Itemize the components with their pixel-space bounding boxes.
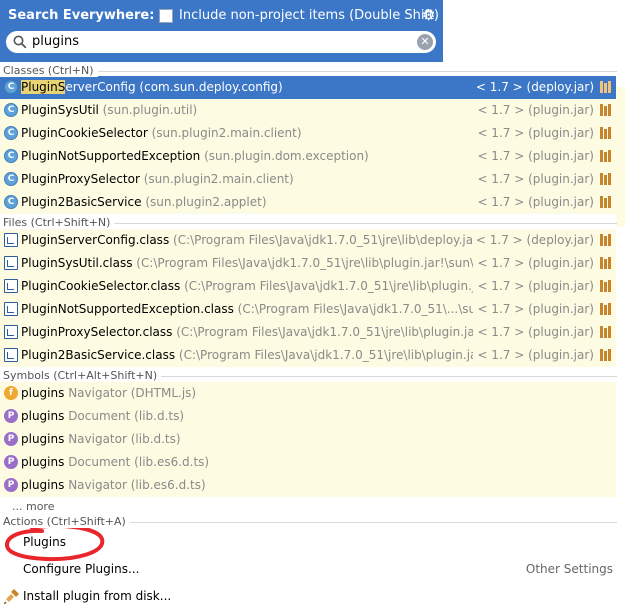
class-row[interactable]: C Plugin2BasicService (sun.plugin2.apple… <box>0 191 616 214</box>
version-label: < 1.7 > (deploy.jar) <box>471 80 594 94</box>
include-non-project-checkbox[interactable] <box>159 9 173 23</box>
version-label: < 1.7 > (plugin.jar) <box>473 149 594 163</box>
library-icon <box>599 172 613 186</box>
class-icon: C <box>4 149 18 163</box>
popup-title: Search Everywhere: <box>8 8 155 23</box>
class-file-icon <box>4 279 18 293</box>
more-symbols-link[interactable]: ... more <box>12 500 54 513</box>
file-row[interactable]: PluginSysUtil.class (C:\Program Files\Ja… <box>0 252 616 275</box>
plug-icon <box>4 589 19 604</box>
file-row[interactable]: PluginServerConfig.class (C:\Program Fil… <box>0 229 616 252</box>
match-highlight: PluginS <box>21 80 66 94</box>
library-icon <box>599 325 613 339</box>
class-row[interactable]: C PluginCookieSelector (sun.plugin2.main… <box>0 122 616 145</box>
class-file-icon <box>4 325 18 339</box>
file-row[interactable]: PluginCookieSelector.class (C:\Program F… <box>0 275 616 298</box>
search-input[interactable] <box>32 32 412 50</box>
results-list: Classes (Ctrl+N) C PluginServerConfig (c… <box>0 62 625 613</box>
version-label: < 1.7 > (plugin.jar) <box>473 103 594 117</box>
class-file-icon <box>4 256 18 270</box>
version-label: < 1.7 > (plugin.jar) <box>473 126 594 140</box>
section-header-actions: Actions (Ctrl+Shift+A) <box>0 515 625 530</box>
symbol-row[interactable]: P plugins Navigator (lib.es6.d.ts) <box>0 474 616 497</box>
property-icon: P <box>4 409 18 423</box>
class-row[interactable]: C PluginServerConfig (com.sun.deploy.con… <box>0 76 616 99</box>
class-file-icon <box>4 348 18 362</box>
property-icon: P <box>4 478 18 492</box>
symbol-row[interactable]: P plugins Document (lib.es6.d.ts) <box>0 451 616 474</box>
library-icon <box>599 80 613 94</box>
class-row[interactable]: C PluginSysUtil (sun.plugin.util) < 1.7 … <box>0 99 616 122</box>
symbol-row[interactable]: f plugins Navigator (DHTML.js) <box>0 382 616 405</box>
library-icon <box>599 256 613 270</box>
search-everywhere-header: Search Everywhere: Include non-project i… <box>0 0 443 62</box>
action-install-plugin-from-disk[interactable]: Install plugin from disk... <box>0 585 616 608</box>
class-icon: C <box>4 172 18 186</box>
version-label: < 1.7 > (plugin.jar) <box>473 195 594 209</box>
library-icon <box>599 126 613 140</box>
class-row[interactable]: C PluginProxySelector (sun.plugin2.main.… <box>0 168 616 191</box>
search-icon <box>13 35 27 49</box>
class-file-icon <box>4 233 18 247</box>
version-label: < 1.7 > (plugin.jar) <box>473 302 594 316</box>
clear-search-icon[interactable]: ✕ <box>417 34 433 50</box>
class-icon: C <box>4 80 18 94</box>
include-non-project-label[interactable]: Include non-project items (Double Shift) <box>179 8 439 23</box>
file-row[interactable]: PluginProxySelector.class (C:\Program Fi… <box>0 321 616 344</box>
version-label: < 1.7 > (plugin.jar) <box>473 348 594 362</box>
action-configure-plugins[interactable]: Configure Plugins... Other Settings <box>0 558 616 581</box>
class-icon: C <box>4 195 18 209</box>
file-row[interactable]: PluginNotSupportedException.class (C:\Pr… <box>0 298 616 321</box>
file-row[interactable]: Plugin2BasicService.class (C:\Program Fi… <box>0 344 616 367</box>
version-label: < 1.7 > (plugin.jar) <box>473 172 594 186</box>
search-field[interactable]: ✕ <box>6 31 436 53</box>
class-file-icon <box>4 302 18 316</box>
version-label: < 1.7 > (plugin.jar) <box>473 256 594 270</box>
library-icon <box>599 302 613 316</box>
library-icon <box>599 279 613 293</box>
symbol-row[interactable]: P plugins Document (lib.d.ts) <box>0 405 616 428</box>
action-plugins[interactable]: Plugins <box>0 531 616 554</box>
function-icon: f <box>4 386 18 400</box>
library-icon <box>599 149 613 163</box>
class-row[interactable]: C PluginNotSupportedException (sun.plugi… <box>0 145 616 168</box>
library-icon <box>599 233 613 247</box>
symbol-row[interactable]: P plugins Navigator (lib.d.ts) <box>0 428 616 451</box>
library-icon <box>599 103 613 117</box>
gear-icon[interactable]: ⚙ <box>422 6 435 24</box>
version-label: < 1.7 > (deploy.jar) <box>471 233 594 247</box>
version-label: < 1.7 > (plugin.jar) <box>473 325 594 339</box>
library-icon <box>599 195 613 209</box>
action-category-label: Other Settings <box>525 562 613 576</box>
library-icon <box>599 348 613 362</box>
class-icon: C <box>4 126 18 140</box>
property-icon: P <box>4 455 18 469</box>
class-icon: C <box>4 103 18 117</box>
version-label: < 1.7 > (plugin.jar) <box>473 279 594 293</box>
property-icon: P <box>4 432 18 446</box>
